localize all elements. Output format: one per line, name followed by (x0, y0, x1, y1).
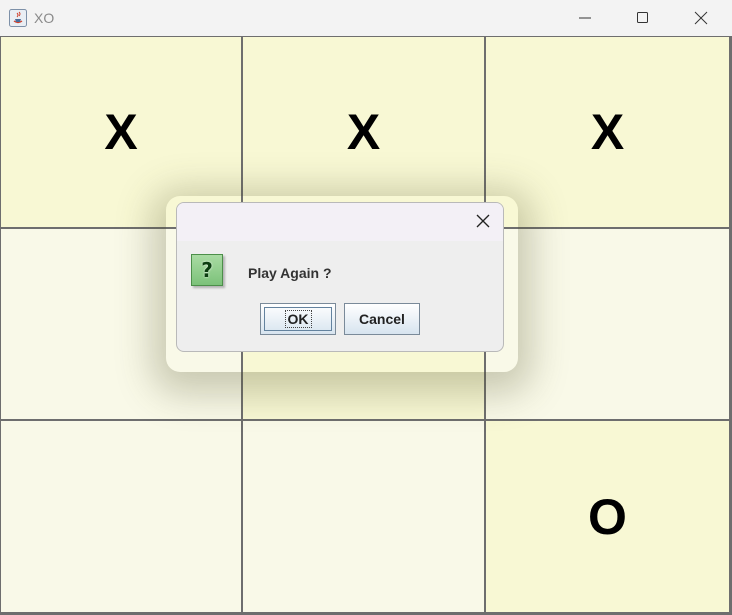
cancel-button-label: Cancel (359, 311, 405, 327)
minimize-button[interactable] (556, 0, 614, 36)
board-cell-6[interactable] (486, 229, 729, 419)
play-again-dialog: ? Play Again ? OK Cancel (176, 202, 504, 352)
window-title: XO (34, 10, 55, 26)
board-cell-9[interactable]: O (486, 421, 729, 612)
close-icon (694, 11, 708, 25)
ok-button-label: OK (284, 310, 312, 328)
minimize-icon (579, 17, 591, 19)
dialog-message: Play Again ? (248, 265, 332, 281)
close-icon[interactable] (475, 213, 491, 229)
close-window-button[interactable] (672, 0, 730, 36)
maximize-icon (637, 12, 648, 23)
window-titlebar[interactable]: XO (0, 0, 732, 36)
ok-button[interactable]: OK (260, 303, 336, 335)
maximize-button[interactable] (614, 0, 672, 36)
board-cell-3[interactable]: X (486, 37, 729, 227)
dialog-titlebar[interactable] (177, 203, 503, 241)
java-icon (9, 9, 27, 27)
cancel-button[interactable]: Cancel (344, 303, 420, 335)
board-cell-8[interactable] (243, 421, 484, 612)
board-cell-7[interactable] (1, 421, 241, 612)
question-icon: ? (191, 254, 223, 286)
